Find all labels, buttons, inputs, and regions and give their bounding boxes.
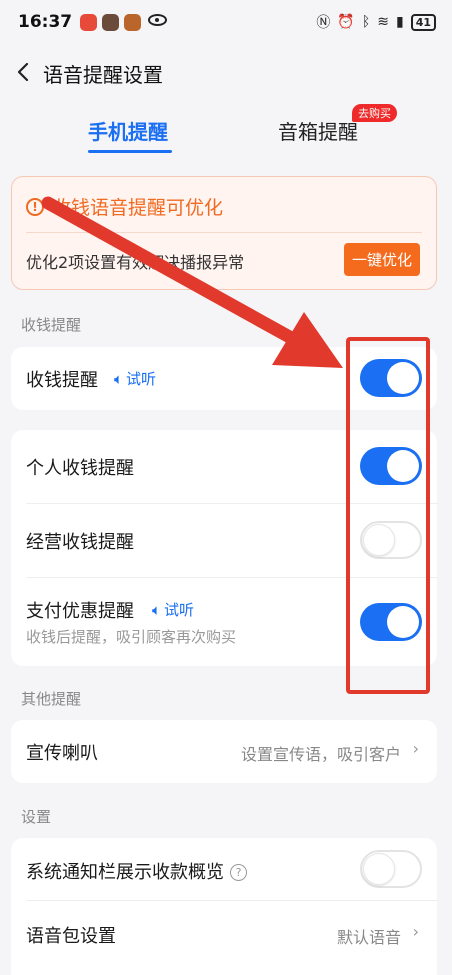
promo-speaker-label: 宣传喇叭 (26, 743, 98, 764)
section-label-other: 其他提醒 (21, 690, 82, 708)
optimize-description: 优化2项设置有效解决播报异常 (26, 253, 245, 272)
status-bar: 16:37 Ⓝ ⏰ ᛒ ≋ ▮ 41 (0, 0, 452, 44)
settings-card: 系统通知栏展示收款概览? 语音包设置 默认语音 › (11, 838, 437, 975)
chevron-right-icon: › (412, 739, 419, 758)
nfc-icon: Ⓝ (316, 15, 331, 31)
collect-reminder-label: 收钱提醒 (26, 370, 98, 391)
voice-pack-value: 默认语音 (336, 928, 401, 947)
help-icon[interactable]: ? (230, 864, 247, 881)
personal-collect-label: 个人收钱提醒 (26, 458, 134, 479)
listen-button[interactable]: 🔈︎ 试听 (114, 368, 156, 389)
chevron-right-icon: › (412, 922, 419, 941)
battery-icon: 41 (410, 13, 436, 31)
tab-phone-reminder[interactable]: 手机提醒 (88, 116, 168, 145)
status-indicators: Ⓝ ⏰ ᛒ ≋ ▮ 41 (316, 12, 436, 32)
app-icon (124, 13, 142, 31)
listen-label: 试听 (164, 601, 195, 619)
discount-reminder-label: 支付优惠提醒 (26, 601, 134, 622)
active-tab-indicator (88, 150, 172, 153)
tab-speaker-reminder[interactable]: 音箱提醒 (278, 116, 358, 145)
nav-bar: 语音提醒设置 (0, 52, 452, 92)
notify-overview-toggle[interactable] (360, 850, 422, 888)
toggle-knob (363, 853, 395, 885)
listen-label: 试听 (126, 370, 157, 388)
business-collect-label: 经营收钱提醒 (26, 532, 134, 553)
divider (26, 900, 437, 901)
notify-overview-label: 系统通知栏展示收款概览? (26, 858, 247, 884)
voice-pack-label: 语音包设置 (26, 926, 116, 947)
listen-button[interactable]: 🔈︎ 试听 (152, 599, 194, 620)
promo-speaker-value: 设置宣传语，吸引客户 (240, 745, 401, 764)
status-time: 16:37 (18, 12, 73, 32)
optimize-card: ! 收钱语音提醒可优化 优化2项设置有效解决播报异常 一键优化 (11, 176, 437, 290)
signal-icon: ▮ (395, 14, 404, 30)
tab-bar: 手机提醒 音箱提醒 去购买 (0, 104, 452, 158)
divider (26, 232, 422, 233)
notify-overview-text: 系统通知栏展示收款概览 (26, 862, 224, 883)
discount-reminder-subtitle: 收钱后提醒，吸引顾客再次购买 (26, 628, 237, 646)
warning-icon: ! (26, 197, 44, 216)
speaker-icon: 🔈︎ (152, 600, 162, 619)
speaker-icon: 🔈︎ (114, 369, 124, 388)
alarm-icon: ⏰ (337, 14, 355, 30)
buy-badge[interactable]: 去购买 (352, 104, 397, 122)
wifi-icon: ≋ (377, 14, 389, 30)
section-label-collect: 收钱提醒 (21, 316, 82, 334)
app-icon (80, 13, 98, 31)
bluetooth-icon: ᛒ (361, 14, 371, 30)
one-click-optimize-button[interactable]: 一键优化 (343, 243, 420, 276)
optimize-title-row: ! 收钱语音提醒可优化 (26, 193, 223, 220)
eye-icon (148, 13, 168, 26)
back-icon[interactable] (12, 60, 36, 84)
promo-speaker-card[interactable]: 宣传喇叭 设置宣传语，吸引客户 › (11, 720, 437, 783)
optimize-title: 收钱语音提醒可优化 (52, 197, 224, 219)
app-icon (102, 13, 120, 31)
annotation-highlight-box (346, 337, 430, 694)
section-label-settings: 设置 (21, 808, 52, 826)
page-title: 语音提醒设置 (43, 63, 163, 87)
status-app-icons (80, 13, 168, 31)
